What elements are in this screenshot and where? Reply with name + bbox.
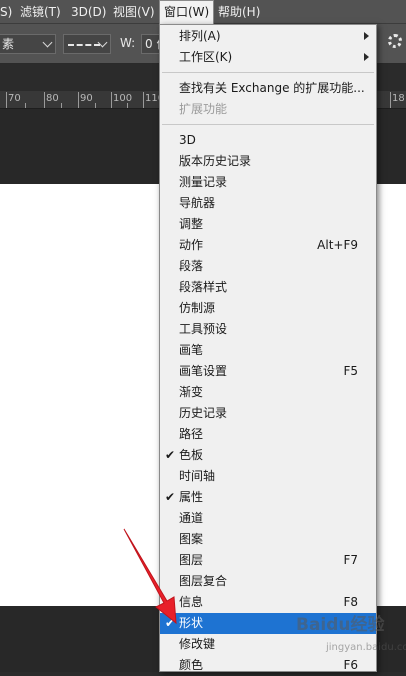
ruler-number: 70 <box>8 93 21 104</box>
menu-item-panel[interactable]: 颜色 F6 <box>160 655 376 676</box>
checkmark-icon: ✔ <box>165 490 176 504</box>
menu-item-label: 排列(A) <box>179 29 221 43</box>
menu-item-label: 工具预设 <box>179 322 228 336</box>
menu-item-label: 通道 <box>179 511 204 525</box>
menu-item-arrange[interactable]: 排列(A) <box>160 26 376 47</box>
ruler-tick <box>6 92 7 108</box>
menu-item-panel[interactable]: 图层复合 <box>160 571 376 592</box>
menu-window[interactable]: 窗口(W) <box>159 0 215 24</box>
menu-item-panel[interactable]: 动作 Alt+F9 <box>160 235 376 256</box>
menu-item-panel[interactable]: 画笔设置 F5 <box>160 361 376 382</box>
ruler-number: 90 <box>80 93 93 104</box>
menu-item-panel[interactable]: 历史记录 <box>160 403 376 424</box>
ruler-tick <box>61 103 62 108</box>
menu-item-panel[interactable]: 段落 <box>160 256 376 277</box>
menu-help[interactable]: 帮助(H) <box>218 0 260 24</box>
ruler-tick <box>44 92 45 108</box>
menu-item-panel[interactable]: 仿制源 <box>160 298 376 319</box>
menu-item-shortcut: F7 <box>343 553 358 567</box>
menu-item-panel[interactable]: 版本历史记录 <box>160 151 376 172</box>
menu-item-label: 路径 <box>179 427 204 441</box>
menu-item-label: 测量记录 <box>179 175 228 189</box>
menu-item-label: 扩展功能 <box>179 102 228 116</box>
ruler-tick <box>390 92 391 108</box>
menu-item-panel[interactable]: 段落样式 <box>160 277 376 298</box>
menu-3d[interactable]: 3D(D) <box>71 0 106 24</box>
gear-icon[interactable] <box>388 34 402 48</box>
menu-separator <box>162 124 374 125</box>
ruler-tick <box>127 103 128 108</box>
menu-item-panel[interactable]: 工具预设 <box>160 319 376 340</box>
menu-item-panel[interactable]: 3D <box>160 130 376 151</box>
menu-item-find-exchange[interactable]: 查找有关 Exchange 的扩展功能... <box>160 78 376 99</box>
menu-item-panel[interactable]: ✔ 属性 <box>160 487 376 508</box>
menu-item-label: 图案 <box>179 532 204 546</box>
menu-item-label: 渐变 <box>179 385 204 399</box>
menu-item-panel[interactable]: 调整 <box>160 214 376 235</box>
window-menu-dropdown: 排列(A) 工作区(K) 查找有关 Exchange 的扩展功能... 扩展功能… <box>159 24 377 672</box>
menu-item-label: 画笔 <box>179 343 204 357</box>
menu-item-label: 图层 <box>179 553 204 567</box>
menu-item-label: 修改键 <box>179 637 216 651</box>
submenu-arrow-icon <box>364 53 369 61</box>
menu-item-panel[interactable]: 画笔 <box>160 340 376 361</box>
menu-item-label: 信息 <box>179 595 204 609</box>
menu-item-label: 导航器 <box>179 196 216 210</box>
menu-item-workspace[interactable]: 工作区(K) <box>160 47 376 68</box>
ruler-number: 80 <box>46 93 59 104</box>
menu-item-panel[interactable]: 图层 F7 <box>160 550 376 571</box>
menu-item-label: 版本历史记录 <box>179 154 252 168</box>
menu-item-label: 段落样式 <box>179 280 228 294</box>
menu-bar: S) 滤镜(T) 3D(D) 视图(V) 窗口(W) 帮助(H) <box>0 0 406 24</box>
menu-item-label: 仿制源 <box>179 301 216 315</box>
menu-view[interactable]: 视图(V) <box>113 0 155 24</box>
ruler-tick <box>143 92 144 108</box>
menu-item-panel[interactable]: 路径 <box>160 424 376 445</box>
menu-item-label: 画笔设置 <box>179 364 228 378</box>
menu-item-shortcut: Alt+F9 <box>317 238 358 252</box>
menu-item-label: 形状 <box>179 616 204 630</box>
menu-item-label: 属性 <box>179 490 204 504</box>
menu-separator <box>162 72 374 73</box>
menu-item-panel[interactable]: ✔ 色板 <box>160 445 376 466</box>
baidu-watermark-url: jingyan.baidu.com <box>326 642 406 653</box>
menu-item-panel[interactable]: 渐变 <box>160 382 376 403</box>
menu-item-shortcut: F5 <box>343 364 358 378</box>
width-label: W: <box>120 36 136 50</box>
checkmark-icon: ✔ <box>165 448 176 462</box>
menu-item-shortcut: F6 <box>343 658 358 672</box>
menu-item-label: 图层复合 <box>179 574 228 588</box>
menu-select[interactable]: S) <box>0 0 12 24</box>
menu-item-label: 查找有关 Exchange 的扩展功能... <box>179 81 365 95</box>
dashed-line-icon <box>68 44 100 46</box>
ruler-tick <box>25 103 26 108</box>
menu-item-panel[interactable]: 时间轴 <box>160 466 376 487</box>
ruler-tick <box>95 103 96 108</box>
menu-item-label: 动作 <box>179 238 204 252</box>
ruler-number: 100 <box>113 93 133 104</box>
menu-item-panel[interactable]: 测量记录 <box>160 172 376 193</box>
ruler-tick <box>78 92 79 108</box>
style-select-value: 素 <box>2 37 15 51</box>
submenu-arrow-icon <box>364 32 369 40</box>
menu-item-label: 调整 <box>179 217 204 231</box>
menu-item-panel[interactable]: 图案 <box>160 529 376 550</box>
red-arrow-annotation <box>123 528 177 625</box>
menu-item-label: 时间轴 <box>179 469 216 483</box>
menu-item-label: 工作区(K) <box>179 50 233 64</box>
menu-filter[interactable]: 滤镜(T) <box>20 0 61 24</box>
menu-item-panel[interactable]: 导航器 <box>160 193 376 214</box>
menu-item-label: 历史记录 <box>179 406 228 420</box>
ruler-number: 18 <box>392 93 405 104</box>
menu-item-label: 3D <box>179 133 196 147</box>
menu-item-label: 颜色 <box>179 658 204 672</box>
menu-item-label: 段落 <box>179 259 204 273</box>
menu-item-panel[interactable]: 通道 <box>160 508 376 529</box>
menu-item-label: 色板 <box>179 448 204 462</box>
baidu-watermark: Baidu经验 <box>296 615 385 635</box>
ruler-tick <box>111 92 112 108</box>
menu-item-extensions: 扩展功能 <box>160 99 376 120</box>
